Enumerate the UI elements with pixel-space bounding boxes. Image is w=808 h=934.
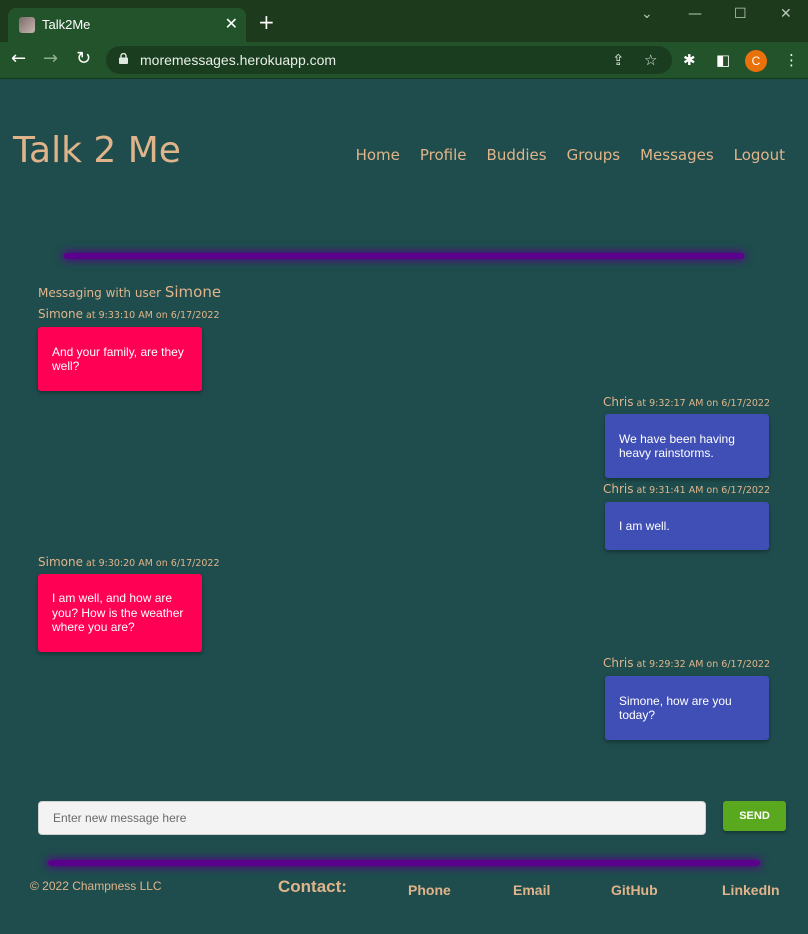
nav-home[interactable]: Home: [356, 146, 400, 164]
message-text: And your family, are they well?: [52, 344, 184, 374]
share-icon[interactable]: ⇪: [612, 51, 625, 69]
message-time: at 9:30:20 AM on 6/17/2022: [82, 558, 220, 569]
profile-avatar[interactable]: C: [745, 50, 767, 72]
send-button[interactable]: SEND: [723, 801, 786, 831]
new-tab-icon[interactable]: +: [258, 12, 275, 32]
outgoing-message-bubble: We have been having heavy rainstorms.: [605, 414, 769, 478]
back-icon[interactable]: ←: [11, 50, 26, 68]
nav-buddies[interactable]: Buddies: [487, 146, 547, 164]
reload-icon[interactable]: ↻: [76, 50, 91, 68]
footer-link-email[interactable]: Email: [513, 882, 550, 898]
site-brand[interactable]: Talk 2 Me: [13, 130, 181, 171]
incoming-message-bubble: I am well, and how are you? How is the w…: [38, 574, 202, 652]
lock-icon: [119, 53, 128, 64]
extensions-icon[interactable]: ✱: [683, 51, 696, 69]
footer-link-linkedin[interactable]: LinkedIn: [722, 882, 780, 898]
conversation-prefix: Messaging with user: [38, 286, 165, 300]
copyright: © 2022 Champness LLC: [30, 879, 162, 893]
forward-icon[interactable]: →: [43, 50, 58, 68]
message-text: I am well, and how are you? How is the w…: [52, 591, 184, 635]
close-window-icon[interactable]: ✕: [780, 6, 792, 22]
message-meta: Chris at 9:29:32 AM on 6/17/2022: [603, 656, 770, 670]
incoming-message-bubble: And your family, are they well?: [38, 327, 202, 391]
message-sender: Chris: [602, 395, 634, 409]
browser-toolbar: ← → ↻ moremessages.herokuapp.com ⇪ ☆ ✱ ◧…: [0, 42, 808, 79]
url-text: moremessages.herokuapp.com: [140, 52, 337, 68]
conversation-heading: Messaging with user Simone: [38, 283, 221, 301]
menu-icon[interactable]: ⋮: [784, 51, 799, 69]
message-text: We have been having heavy rainstorms.: [619, 431, 735, 461]
message-sender: Simone: [38, 307, 83, 321]
main-nav: Home Profile Buddies Groups Messages Log…: [356, 146, 785, 164]
sidepanel-icon[interactable]: ◧: [716, 51, 730, 69]
message-text: I am well.: [619, 518, 670, 533]
favicon-icon: [19, 17, 35, 33]
footer-link-github[interactable]: GitHub: [611, 882, 658, 898]
footer-divider: [48, 860, 760, 866]
outgoing-message-bubble: I am well.: [605, 502, 769, 550]
message-time: at 9:29:32 AM on 6/17/2022: [633, 659, 771, 670]
browser-tab[interactable]: Talk2Me ✕: [8, 8, 246, 42]
message-meta: Chris at 9:32:17 AM on 6/17/2022: [603, 395, 770, 409]
message-sender: Simone: [38, 555, 83, 569]
browser-tab-bar: Talk2Me ✕ + ⌄ — ☐ ✕: [0, 0, 808, 42]
maximize-icon[interactable]: ☐: [734, 6, 747, 22]
nav-profile[interactable]: Profile: [420, 146, 467, 164]
tab-title: Talk2Me: [42, 17, 91, 32]
outgoing-message-bubble: Simone, how are you today?: [605, 676, 769, 740]
message-sender: Chris: [602, 656, 634, 670]
nav-groups[interactable]: Groups: [567, 146, 620, 164]
conversation-user: Simone: [164, 283, 222, 301]
message-meta: Chris at 9:31:41 AM on 6/17/2022: [603, 482, 770, 496]
message-meta: Simone at 9:33:10 AM on 6/17/2022: [38, 307, 220, 321]
nav-messages[interactable]: Messages: [640, 146, 714, 164]
message-sender: Chris: [602, 482, 634, 496]
message-time: at 9:32:17 AM on 6/17/2022: [633, 398, 771, 409]
message-input[interactable]: [38, 801, 706, 835]
minimize-icon[interactable]: —: [688, 6, 702, 22]
nav-logout[interactable]: Logout: [734, 146, 785, 164]
message-text: Simone, how are you today?: [619, 693, 732, 723]
message-time: at 9:31:41 AM on 6/17/2022: [633, 485, 771, 496]
message-meta: Simone at 9:30:20 AM on 6/17/2022: [38, 555, 220, 569]
message-time: at 9:33:10 AM on 6/17/2022: [82, 310, 220, 321]
star-icon[interactable]: ☆: [644, 51, 657, 69]
header-divider: [64, 253, 744, 259]
contact-label: Contact:: [278, 877, 347, 896]
address-bar[interactable]: moremessages.herokuapp.com ⇪ ☆: [106, 46, 672, 74]
footer-link-phone[interactable]: Phone: [408, 882, 451, 898]
tab-search-icon[interactable]: ⌄: [641, 6, 653, 22]
tab-close-icon[interactable]: ✕: [225, 14, 238, 33]
